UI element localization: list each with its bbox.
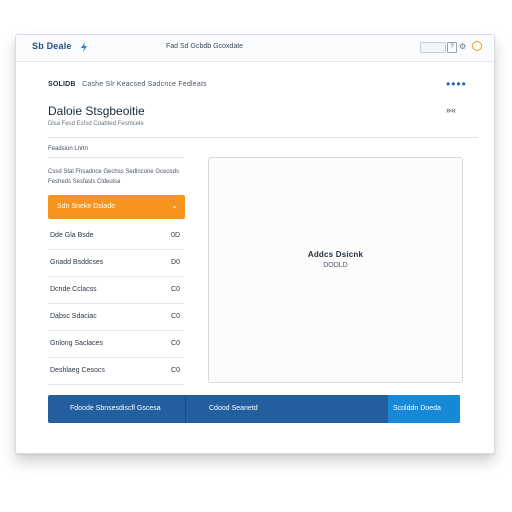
preview-title: Addcs Dsicnk bbox=[307, 250, 364, 259]
list-item-value: C0 bbox=[171, 313, 180, 320]
list-item-value: C0 bbox=[171, 340, 180, 347]
list-item-name: Dabsc Sdaciac bbox=[50, 313, 97, 320]
preview-panel[interactable]: Addcs Dsicnk DODLD bbox=[208, 157, 463, 383]
action-bar-label: Fdoode Sbnsesdiscfl Gscesa bbox=[70, 405, 161, 412]
gear-icon[interactable]: ⚙ bbox=[459, 42, 468, 51]
divider bbox=[48, 157, 184, 158]
action-bar-submit-button[interactable]: Scolddn Doeda bbox=[388, 395, 460, 423]
action-bar: Fdoode Sbnsesdiscfl Gscesa Cdood Seanetd… bbox=[48, 395, 460, 423]
logo-text: Sb Deale bbox=[32, 41, 72, 51]
divider bbox=[48, 137, 478, 138]
action-bar-label: Scolddn Doeda bbox=[393, 405, 441, 412]
list-item-name: Gnadd Bsddcses bbox=[50, 259, 104, 266]
breadcrumb: SOLIDB Cashe Slr Keacsed Sadcnce Fedleat… bbox=[48, 81, 207, 88]
list-item-name: Dcnde Cclacss bbox=[50, 286, 97, 293]
chevron-down-icon: ⌄ bbox=[171, 201, 178, 210]
dropdown-label: Sdn Sneke Dslade bbox=[57, 203, 115, 210]
help-icon[interactable]: ? bbox=[447, 42, 457, 53]
list-item-name: Deshlaeg Cesocs bbox=[50, 367, 105, 374]
bolt-icon bbox=[81, 42, 87, 52]
app-window: Sb Deale Fad Sd Gcbdb Gcoxdate ? ⚙ SOLID… bbox=[15, 34, 495, 454]
list-item-name: Gnlong Saclaces bbox=[50, 340, 103, 347]
action-bar-segment-primary[interactable]: Fdoode Sbnsesdiscfl Gscesa bbox=[48, 395, 185, 423]
more-dots-icon[interactable]: •••• bbox=[446, 78, 467, 90]
list-item[interactable]: Dcnde Cclacss C0 bbox=[48, 277, 184, 304]
breadcrumb-path[interactable]: Cashe Slr Keacsed Sadcnce Fedleats bbox=[82, 81, 207, 88]
list-item[interactable]: Dabsc Sdaciac C0 bbox=[48, 304, 184, 331]
breadcrumb-root[interactable]: SOLIDB bbox=[48, 81, 76, 88]
list-item[interactable]: Gnlong Saclaces C0 bbox=[48, 331, 184, 358]
preview-subtitle: DODLD bbox=[323, 262, 348, 269]
list-item-value: 0D bbox=[171, 232, 180, 239]
app-logo[interactable]: Sb Deale bbox=[32, 41, 72, 51]
list-item[interactable]: Deshlaeg Cesocs C0 bbox=[48, 358, 184, 385]
section-description: Cssd Stal Fhsadnce Gechss Sedlncone Gceo… bbox=[48, 169, 180, 185]
page-subtitle: Dlsa Fesd Esfsd Coabted Fesmcele bbox=[48, 121, 144, 127]
top-bar: Sb Deale Fad Sd Gcbdb Gcoxdate ? ⚙ bbox=[16, 35, 494, 62]
search-icon[interactable] bbox=[420, 42, 446, 53]
list-item-value: C0 bbox=[171, 367, 180, 374]
action-bar-label: Cdood Seanetd bbox=[209, 405, 258, 412]
status-ring-icon[interactable] bbox=[472, 41, 482, 51]
section-label: Feadsion Lnrtn bbox=[48, 146, 89, 152]
list-item[interactable]: Gnadd Bsddcses D0 bbox=[48, 250, 184, 277]
list-item-value: C0 bbox=[171, 286, 180, 293]
list-item-name: Dde Gla Bsde bbox=[50, 232, 94, 239]
option-list: Dde Gla Bsde 0D Gnadd Bsddcses D0 Dcnde … bbox=[48, 223, 184, 385]
list-item-value: D0 bbox=[171, 259, 180, 266]
collapse-button[interactable]: »« bbox=[446, 105, 456, 115]
list-item[interactable]: Dde Gla Bsde 0D bbox=[48, 223, 184, 250]
page-title: Daloie Stsgbeoitie bbox=[48, 104, 145, 118]
option-dropdown[interactable]: Sdn Sneke Dslade ⌄ bbox=[48, 195, 185, 219]
top-bar-title: Fad Sd Gcbdb Gcoxdate bbox=[166, 43, 244, 50]
action-bar-segment-secondary[interactable]: Cdood Seanetd bbox=[185, 395, 389, 423]
